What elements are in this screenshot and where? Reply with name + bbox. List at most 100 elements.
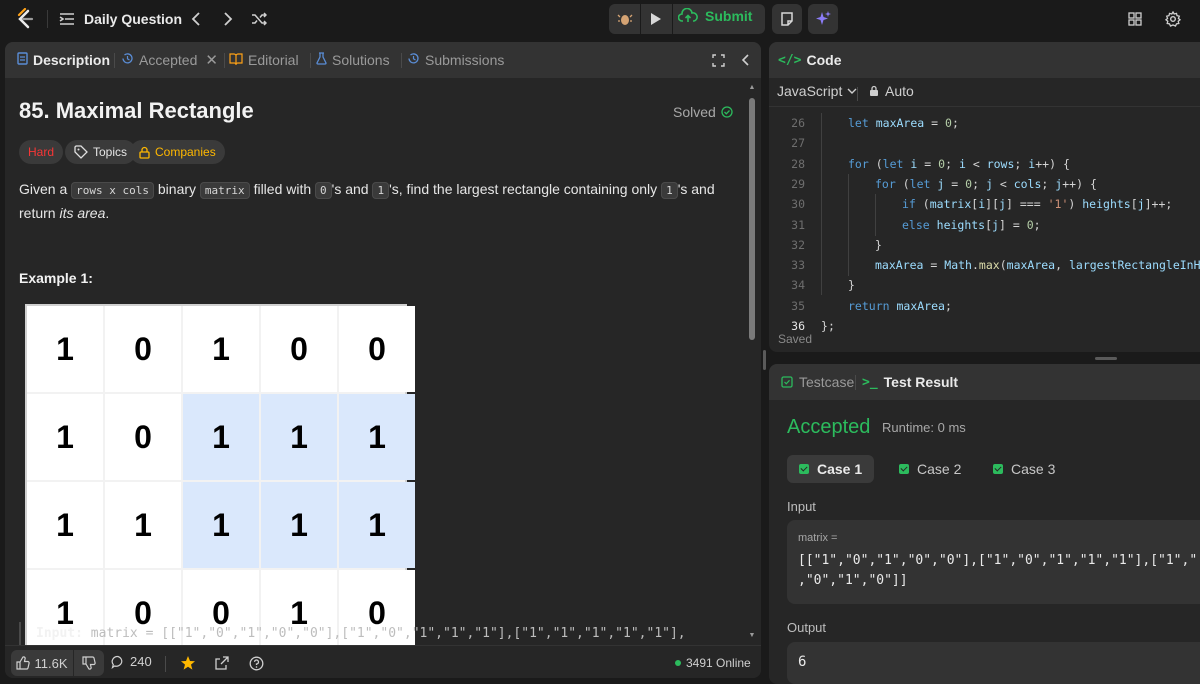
case-tab-2[interactable]: Case 2 [887, 455, 973, 483]
example-matrix-image: 10100101111111110010 [25, 304, 415, 656]
code-line[interactable]: 35 return maxArea; [769, 296, 1200, 316]
input-box: matrix = [["1","0","1","0","0"],["1","0"… [787, 520, 1200, 604]
code-text: maxArea = Math.max(maxArea, largestRecta… [875, 258, 1200, 273]
inline-code: 0 [315, 182, 332, 199]
desc-text: binary [157, 181, 197, 197]
maximize-icon[interactable] [710, 52, 726, 68]
difficulty-badge: Hard [19, 140, 64, 164]
topics-chip[interactable]: Topics [65, 140, 137, 164]
matrix-cell: 1 [105, 482, 181, 568]
run-icon[interactable] [645, 8, 667, 30]
tab-separator [114, 53, 115, 68]
line-number: 26 [791, 116, 805, 130]
auto-mode[interactable]: Auto [869, 83, 914, 99]
language-select[interactable]: JavaScript [777, 83, 857, 99]
tab-accepted[interactable]: Accepted ✕ [121, 42, 218, 78]
matrix-cell: 1 [183, 394, 259, 480]
line-number: 27 [791, 136, 805, 151]
code-line[interactable]: 32} [769, 235, 1200, 255]
code-line[interactable]: 33 maxArea = Math.max(maxArea, largestRec… [769, 255, 1200, 275]
leetcode-logo-icon[interactable] [14, 8, 36, 30]
input-var-name: matrix = [798, 532, 838, 544]
terminal-prompt-icon: >_ [862, 374, 878, 390]
example-title: Example 1: [19, 270, 93, 286]
dislike-button[interactable] [74, 650, 104, 676]
case-tab-3[interactable]: Case 3 [981, 455, 1067, 483]
online-count: 3491 Online [675, 656, 751, 670]
ai-sparkle-icon[interactable] [808, 4, 838, 34]
share-icon[interactable] [213, 654, 231, 672]
like-button[interactable]: 11.6K [11, 650, 73, 676]
problem-title: 85. Maximal Rectangle [19, 98, 254, 123]
problem-list-icon[interactable] [58, 10, 76, 28]
upload-cloud-icon [678, 8, 698, 24]
line-number: 32 [791, 237, 805, 252]
comments-button[interactable]: 240 [111, 654, 152, 669]
tab-description-label: Description [33, 52, 111, 68]
case-tab-1[interactable]: Case 1 [787, 455, 875, 483]
companies-chip[interactable]: Companies [130, 140, 225, 164]
line-number: 31 [791, 217, 805, 232]
matrix-cell: 1 [183, 306, 259, 392]
scroll-thumb[interactable] [749, 98, 755, 340]
description-doc-icon [17, 52, 28, 68]
difficulty-label: Hard [28, 145, 55, 159]
description-scrollbar[interactable]: ▲ ▼ [748, 84, 756, 644]
code-line[interactable]: 29 for (let j = 0; j < cols; j++) { [769, 174, 1200, 194]
tab-description[interactable]: Description [17, 42, 110, 78]
code-line[interactable]: 27 [769, 133, 1200, 153]
problem-description: Given a rows x cols binary matrix filled… [19, 178, 739, 224]
desc-text: Given a [19, 181, 68, 197]
tab-code[interactable]: </> Code [778, 42, 841, 78]
matrix-cell: 0 [105, 394, 181, 480]
submit-button[interactable]: Submit [678, 8, 752, 24]
code-text: return maxArea; [848, 298, 952, 313]
tag-icon [74, 145, 88, 159]
checkbox-square-icon [781, 376, 793, 388]
tab-testcase[interactable]: Testcase [781, 364, 854, 400]
inline-code: 1 [661, 182, 678, 199]
comment-bubble-icon [111, 655, 125, 669]
test-result-tab-label: Test Result [883, 374, 959, 390]
output-value: 6 [798, 654, 807, 670]
shuffle-icon[interactable] [249, 9, 269, 29]
next-question-icon[interactable] [218, 9, 238, 29]
tab-submissions[interactable]: Submissions [407, 42, 504, 78]
case-check-icon [799, 464, 809, 474]
input-line-2: ,"0","1","0"]] [798, 573, 908, 588]
code-line[interactable]: 26 let maxArea = 0; [769, 113, 1200, 133]
matrix-cell: 1 [183, 482, 259, 568]
help-icon[interactable] [247, 654, 265, 672]
favorite-star-icon[interactable] [179, 654, 197, 672]
code-line[interactable]: 30 if (matrix[i][j] === '1') heights[j]++… [769, 194, 1200, 214]
collapse-panel-icon[interactable] [737, 52, 753, 68]
scroll-up-arrow[interactable]: ▲ [748, 84, 756, 92]
vertical-resize-handle[interactable] [763, 350, 766, 370]
layout-grid-icon[interactable] [1126, 10, 1144, 28]
prev-question-icon[interactable] [186, 9, 206, 29]
code-line[interactable]: 34} [769, 275, 1200, 295]
output-box: 6 [787, 642, 1200, 684]
matrix-cell: 0 [339, 306, 415, 392]
flask-icon [316, 52, 327, 68]
close-tab-icon[interactable]: ✕ [205, 51, 218, 69]
code-text: let maxArea = 0; [848, 116, 959, 130]
tab-solutions[interactable]: Solutions [316, 42, 390, 78]
code-editor[interactable]: 26 let maxArea = 0; 27 28 for (let i = 0; i … [769, 107, 1200, 333]
scroll-down-arrow[interactable]: ▼ [748, 632, 756, 640]
debug-icon[interactable] [614, 8, 636, 30]
code-text: for (let i = 0; i < rows; i++) { [848, 156, 1070, 171]
code-line[interactable]: 36}; [769, 316, 1200, 336]
case-label: Case 1 [817, 461, 863, 477]
matrix-cell: 1 [27, 306, 103, 392]
tab-test-result[interactable]: >_ Test Result [862, 364, 958, 400]
code-line[interactable]: 31 else heights[j] = 0; [769, 215, 1200, 235]
test-panel: Testcase >_ Test Result Accepted Runtime… [769, 364, 1200, 684]
settings-gear-icon[interactable] [1164, 10, 1182, 28]
input-label: Input [787, 499, 816, 514]
code-line[interactable]: 28 for (let i = 0; i < rows; i++) { [769, 154, 1200, 174]
horizontal-resize-handle[interactable] [1095, 357, 1117, 360]
nav-title[interactable]: Daily Question [84, 11, 182, 27]
notes-icon[interactable] [772, 4, 802, 34]
tab-editorial[interactable]: Editorial [229, 42, 299, 78]
